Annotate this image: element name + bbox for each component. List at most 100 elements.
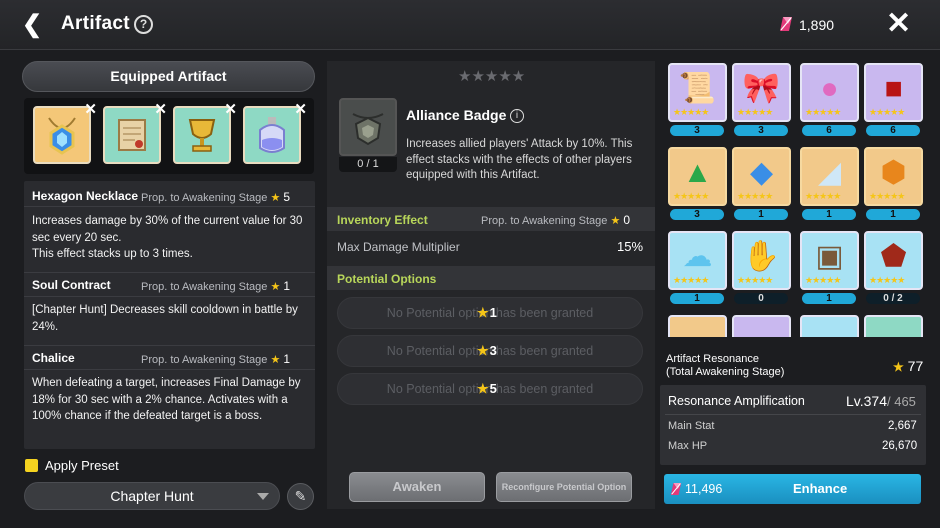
artifact-brown-glove[interactable]: ✋ ★★★★★ — [732, 231, 791, 290]
divider — [24, 369, 315, 370]
glass-slipper-icon: ◢ — [817, 156, 842, 189]
preset-dropdown-value: Chapter Hunt — [110, 488, 194, 504]
artifact-description: Increases allied players' Attack by 10%.… — [406, 138, 633, 181]
potential-slot-2: No Potential option has been granted ★3 — [337, 335, 643, 367]
artifact-level: 1 — [802, 209, 856, 220]
necklace-icon — [48, 117, 76, 155]
artifact-blue-mirror[interactable]: ◆ ★★★★★ — [732, 147, 791, 206]
alliance-badge-icon — [339, 98, 397, 156]
artifact-partial[interactable] — [668, 315, 727, 337]
rainbow-leaf-icon: ▲ — [682, 156, 713, 189]
equipped-artifact-button[interactable]: Equipped Artifact — [22, 61, 315, 92]
page-title: Artifact — [61, 13, 130, 34]
slot-chalice[interactable]: ✕ — [173, 101, 237, 164]
artifact-level: 0 / 2 — [866, 293, 920, 304]
artifact-partial[interactable] — [800, 315, 859, 337]
potential-star-req: ★3 — [477, 343, 497, 358]
close-icon[interactable]: ✕ — [886, 8, 911, 40]
artifact-scroll-gold[interactable]: 📜 ★★★★★ — [668, 63, 727, 122]
artifact-lantern[interactable]: ▣ ★★★★★ — [800, 231, 859, 290]
resonance-sublabel: (Total Awakening Stage) — [666, 366, 785, 378]
divider — [24, 345, 315, 346]
artifact-red-box[interactable]: ■ ★★★★★ — [864, 63, 923, 122]
preset-dropdown[interactable]: Chapter Hunt — [24, 482, 280, 510]
star-rating-icon: ★★★★★ — [869, 191, 905, 201]
potential-star-req: ★5 — [477, 381, 497, 396]
slot-hexagon-necklace[interactable]: ✕ — [33, 101, 97, 164]
slot-soul-contract[interactable]: ✕ — [103, 101, 167, 164]
inventory-effect-label: Inventory Effect — [337, 213, 428, 227]
artifact-partial[interactable] — [864, 315, 923, 337]
artifact-amber-stone[interactable]: ⬢ ★★★★★ — [864, 147, 923, 206]
potion-icon — [259, 117, 285, 153]
desc-name: Soul Contract — [32, 278, 111, 292]
artifact-ice-cloud[interactable]: ☁ ★★★★★ — [668, 231, 727, 290]
resonance-label: Artifact Resonance — [666, 353, 759, 365]
back-icon[interactable]: ❮ — [22, 12, 48, 38]
edit-preset-pencil-icon[interactable]: ✎ — [287, 483, 314, 510]
divider — [24, 206, 315, 207]
artifact-level: 3 — [670, 209, 724, 220]
artifact-collection-grid: 📜 ★★★★★ 3 🎀 ★★★★★ 3 ● ★★★★★ 6 ■ ★★★★★ 6 ▲ ★★★★★ 3 ◆ ★★★★… — [664, 61, 930, 337]
max-hp-value: 26,670 — [882, 440, 918, 452]
currency-amount: 1,890 — [799, 17, 835, 33]
apply-preset-checkbox[interactable] — [25, 459, 38, 472]
ice-cloud-icon: ☁ — [682, 240, 713, 273]
artifact-level: 1 — [802, 293, 856, 304]
star-rating-icon: ★★★★★ — [673, 107, 709, 117]
artifact-level: 3 — [734, 125, 788, 136]
desc-name: Chalice — [32, 351, 75, 365]
artifact-partial[interactable] — [732, 315, 791, 337]
artifact-level: 1 — [866, 209, 920, 220]
amplification-label: Resonance Amplification — [668, 394, 805, 408]
awaken-button[interactable]: Awaken — [349, 472, 485, 502]
artifact-lava-rock[interactable]: ⬟ ★★★★★ — [864, 231, 923, 290]
unequip-icon[interactable]: ✕ — [224, 100, 237, 118]
unequip-icon[interactable]: ✕ — [154, 100, 167, 118]
unequip-icon[interactable]: ✕ — [294, 100, 307, 118]
desc-text: Increases damage by 30% of the current v… — [32, 215, 303, 260]
artifact-level: 1 — [670, 293, 724, 304]
scroll-gold-icon: 📜 — [678, 72, 717, 105]
main-stat-value: 2,667 — [888, 420, 917, 432]
info-icon[interactable]: i — [510, 109, 524, 123]
amber-stone-icon: ⬢ — [880, 156, 907, 189]
red-ribbon-icon: 🎀 — [742, 72, 781, 105]
max-hp-label: Max HP — [668, 440, 708, 452]
desc-name: Hexagon Necklace — [32, 189, 139, 203]
divider — [665, 414, 921, 415]
star-rating-icon: ★★★★★ — [805, 191, 841, 201]
blue-mirror-icon: ◆ — [749, 156, 774, 189]
slot-potion[interactable]: ✕ — [243, 101, 307, 164]
artifact-level: 6 — [866, 125, 920, 136]
artifact-rainbow-leaf[interactable]: ▲ ★★★★★ — [668, 147, 727, 206]
artifact-pink-orb[interactable]: ● ★★★★★ — [800, 63, 859, 122]
reconfigure-potential-button[interactable]: Reconfigure Potential Option — [496, 472, 632, 502]
star-rating-icon: ★★★★★ — [869, 107, 905, 117]
desc-prop: Prop. to Awakening Stage ★ 5 — [141, 190, 291, 204]
star-rating-icon: ★★★★★ — [805, 275, 841, 285]
star-rating-icon: ★★★★★ — [673, 275, 709, 285]
badge-count: 0 / 1 — [339, 157, 397, 172]
divider — [24, 272, 315, 273]
artifact-level: 0 — [734, 293, 788, 304]
potential-slot-1: No Potential option has been granted ★1 — [337, 297, 643, 329]
potential-options-label: Potential Options — [337, 272, 437, 286]
desc-prop: Prop. to Awakening Stage ★ 1 — [141, 352, 291, 366]
amplification-level: Lv.374/ 465 — [846, 393, 916, 409]
desc-text: When defeating a target, increases Final… — [32, 377, 301, 422]
help-icon[interactable]: ? — [134, 15, 153, 34]
gem-currency-icon — [670, 483, 682, 495]
unequip-icon[interactable]: ✕ — [84, 100, 97, 118]
desc-prop: Prop. to Awakening Stage ★ 1 — [141, 279, 291, 293]
apply-preset-label: Apply Preset — [45, 458, 119, 473]
star-rating-icon: ★★★★★ — [869, 275, 905, 285]
artifact-level: 6 — [802, 125, 856, 136]
chevron-down-icon — [257, 493, 269, 500]
max-damage-value: 15% — [617, 239, 644, 254]
artifact-red-ribbon[interactable]: 🎀 ★★★★★ — [732, 63, 791, 122]
star-rating-icon: ★★★★★ — [737, 275, 773, 285]
main-stat-label: Main Stat — [668, 420, 715, 432]
artifact-glass-slipper[interactable]: ◢ ★★★★★ — [800, 147, 859, 206]
star-rating-icon: ★★★★★ — [737, 191, 773, 201]
